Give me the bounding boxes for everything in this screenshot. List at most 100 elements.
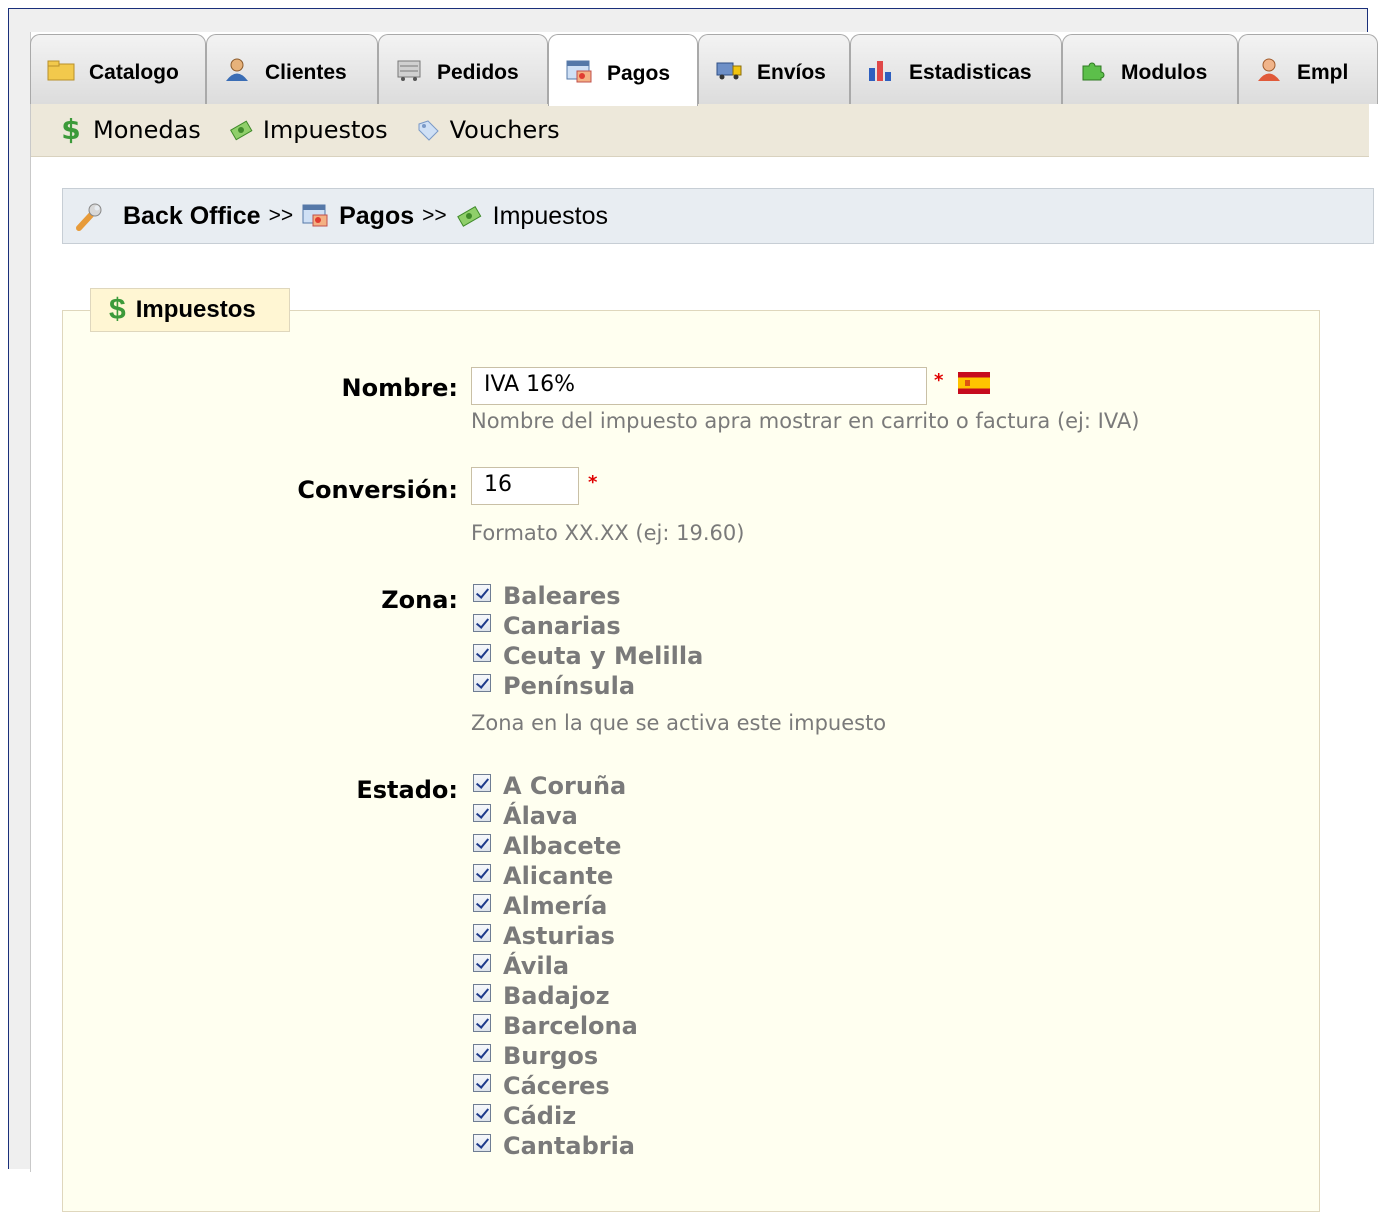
tab-label: Pedidos [437, 60, 519, 84]
tab-label: Estadisticas [909, 60, 1032, 84]
subnav-item-impuestos[interactable]: Impuestos [229, 116, 388, 144]
checkbox-option[interactable]: Ávila [473, 951, 569, 981]
payment-card-icon [565, 59, 593, 83]
money-icon [455, 203, 483, 229]
checkbox[interactable] [473, 774, 491, 792]
tab-label: Pagos [607, 61, 671, 85]
tab-envios[interactable]: Envíos [698, 34, 850, 104]
checkbox-option[interactable]: Asturias [473, 921, 615, 951]
checkbox-label: Cádiz [503, 1102, 577, 1130]
checkbox[interactable] [473, 894, 491, 912]
checkbox-option[interactable]: Cádiz [473, 1101, 576, 1131]
dollar-icon: $ [61, 113, 81, 146]
tab-modulos[interactable]: Modulos [1062, 34, 1238, 104]
breadcrumb-current-page: Impuestos [492, 201, 608, 230]
checkbox[interactable] [473, 864, 491, 882]
zona-label: Zona: [381, 586, 458, 614]
subnav-item-monedas[interactable]: $ Monedas [59, 113, 201, 146]
subnav-label: Monedas [93, 116, 201, 144]
conversion-hint: Formato XX.XX (ej: 19.60) [471, 521, 745, 545]
tab-pedidos[interactable]: Pedidos [378, 34, 548, 104]
main-tabs: Catalogo Clientes Pedidos Pagos Envíos E… [30, 34, 1378, 106]
breadcrumb-root-link[interactable]: Back Office [123, 202, 261, 231]
checkbox-option[interactable]: Badajoz [473, 981, 610, 1011]
subnav-label: Impuestos [262, 116, 388, 144]
dollar-icon: $ [109, 293, 126, 326]
bar-chart-icon [867, 58, 895, 82]
tab-estadisticas[interactable]: Estadisticas [850, 34, 1062, 104]
checkbox-option[interactable]: A Coruña [473, 771, 626, 801]
money-icon [229, 118, 253, 142]
checkbox-label: Almería [503, 892, 608, 920]
checkbox-option[interactable]: Península [473, 671, 635, 701]
tax-form-panel [62, 310, 1320, 1212]
checkbox-option[interactable]: Baleares [473, 581, 621, 611]
required-marker: * [934, 370, 944, 391]
checkbox[interactable] [473, 1104, 491, 1122]
subnav-item-vouchers[interactable]: Vouchers [416, 116, 560, 144]
checkbox-option[interactable]: Albacete [473, 831, 621, 861]
checkbox[interactable] [473, 924, 491, 942]
checkbox[interactable] [473, 804, 491, 822]
checkbox-label: Canarias [503, 612, 621, 640]
checkbox[interactable] [473, 834, 491, 852]
checkbox-option[interactable]: Ceuta y Melilla [473, 641, 703, 671]
checkbox-label: Burgos [503, 1042, 599, 1070]
legend-title: Impuestos [135, 296, 256, 323]
tab-clientes[interactable]: Clientes [206, 34, 378, 104]
checkbox-label: A Coruña [503, 772, 627, 800]
checkbox-label: Asturias [503, 922, 615, 950]
spain-flag-icon[interactable] [958, 372, 990, 394]
conversion-input[interactable]: 16 [471, 467, 579, 505]
checkbox-option[interactable]: Álava [473, 801, 578, 831]
breadcrumb-section-link[interactable]: Pagos [339, 202, 414, 231]
checkbox-option[interactable]: Alicante [473, 861, 613, 891]
form-legend: $ Impuestos [90, 288, 290, 332]
breadcrumb-separator: >> [268, 204, 294, 227]
voucher-tag-icon [416, 118, 440, 142]
checkbox[interactable] [473, 1134, 491, 1152]
checkbox-label: Ceuta y Melilla [503, 642, 704, 670]
breadcrumb-separator: >> [422, 204, 447, 227]
tab-label: Catalogo [89, 60, 179, 84]
checkbox-option[interactable]: Cáceres [473, 1071, 610, 1101]
tab-pagos[interactable]: Pagos [548, 34, 698, 106]
sub-navigation: $ Monedas Impuestos Vouchers [31, 104, 1369, 157]
truck-icon [715, 58, 743, 82]
checkbox-label: Baleares [503, 582, 621, 610]
estado-label: Estado: [356, 776, 458, 804]
tab-catalogo[interactable]: Catalogo [30, 34, 206, 104]
payment-card-icon [301, 203, 329, 229]
checkbox-label: Ávila [503, 952, 570, 980]
tab-label: Empl [1297, 60, 1349, 84]
checkbox-option[interactable]: Canarias [473, 611, 621, 641]
checkbox[interactable] [473, 1074, 491, 1092]
checkbox[interactable] [473, 674, 491, 692]
tab-empleados[interactable]: Empl [1238, 34, 1378, 104]
checkbox[interactable] [473, 984, 491, 1002]
checkbox-label: Álava [503, 802, 578, 830]
checkbox-option[interactable]: Burgos [473, 1041, 598, 1071]
puzzle-icon [1079, 58, 1107, 82]
checkbox[interactable] [473, 1014, 491, 1032]
wrench-icon [75, 201, 103, 231]
checkbox[interactable] [473, 954, 491, 972]
employee-icon [1255, 58, 1283, 82]
nombre-input[interactable]: IVA 16% [471, 367, 927, 405]
zona-hint: Zona en la que se activa este impuesto [471, 711, 887, 735]
nombre-label: Nombre: [341, 374, 458, 402]
cart-icon [395, 58, 423, 82]
tab-label: Modulos [1121, 60, 1208, 84]
subnav-label: Vouchers [449, 116, 560, 144]
checkbox[interactable] [473, 584, 491, 602]
checkbox-label: Badajoz [503, 982, 610, 1010]
checkbox[interactable] [473, 614, 491, 632]
nombre-hint: Nombre del impuesto apra mostrar en carr… [471, 409, 1140, 433]
checkbox-option[interactable]: Cantabria [473, 1131, 635, 1161]
checkbox-option[interactable]: Almería [473, 891, 607, 921]
checkbox-label: Barcelona [503, 1012, 638, 1040]
checkbox[interactable] [473, 1044, 491, 1062]
checkbox-option[interactable]: Barcelona [473, 1011, 638, 1041]
checkbox[interactable] [473, 644, 491, 662]
tab-label: Clientes [265, 60, 347, 84]
